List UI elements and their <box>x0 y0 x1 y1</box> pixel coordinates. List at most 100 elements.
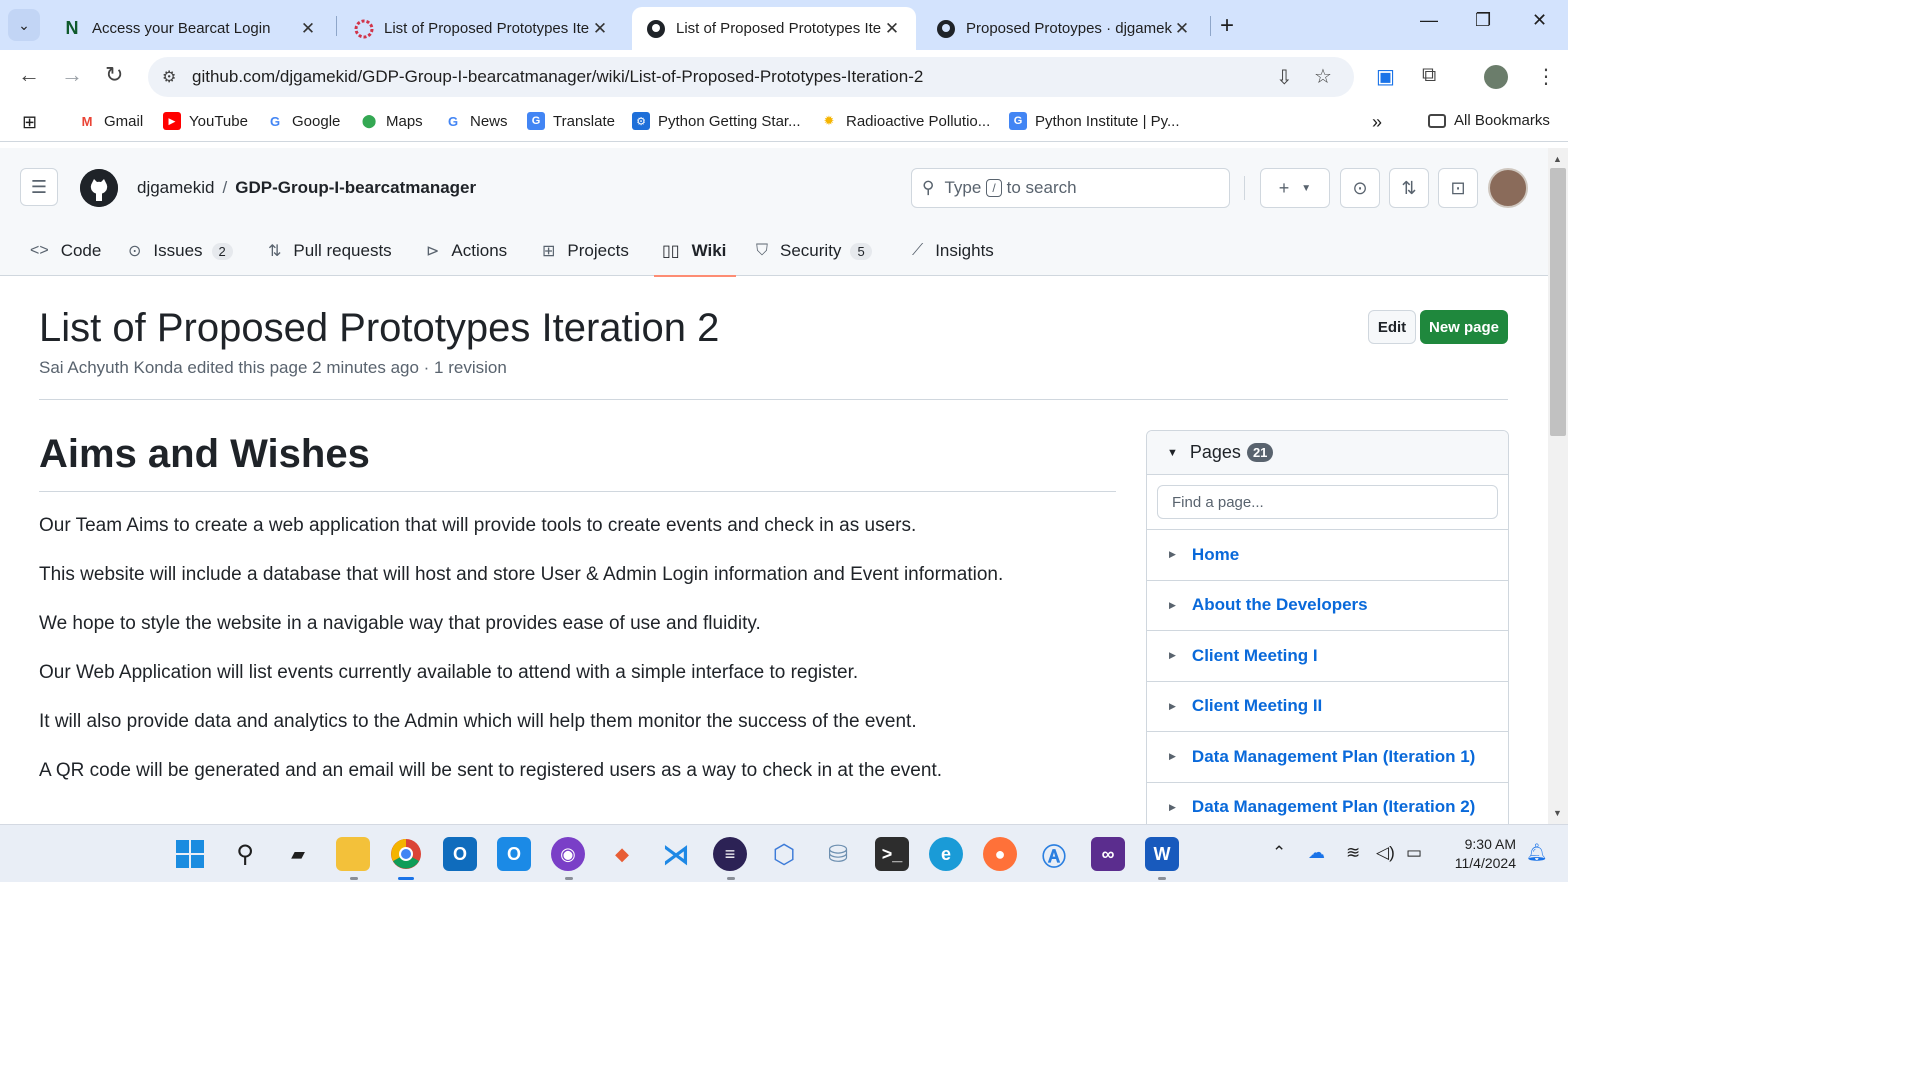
minimize-icon[interactable]: — <box>1420 10 1438 31</box>
forward-arrow-icon[interactable]: → <box>61 62 83 88</box>
bookmark-news[interactable]: G News <box>444 112 508 130</box>
nav-actions[interactable]: ⊳ Actions <box>426 226 507 276</box>
profile-avatar[interactable] <box>1484 65 1508 89</box>
issues-shortcut-button[interactable]: ⊙ <box>1340 168 1380 208</box>
address-bar[interactable]: ⚙ github.com/djgamekid/GDP-Group-I-bearc… <box>148 57 1354 97</box>
edit-button[interactable]: Edit <box>1368 310 1416 344</box>
word-icon[interactable]: W <box>1145 837 1179 871</box>
page-link-label[interactable]: About the Developers <box>1192 595 1368 615</box>
app-infinity-icon[interactable]: ∞ <box>1091 837 1125 871</box>
page-link-data-plan-1[interactable]: ▶ Data Management Plan (Iteration 1) <box>1147 731 1508 782</box>
expand-triangle-icon[interactable]: ▶ <box>1169 549 1176 560</box>
nav-insights[interactable]: ⟋ Insights <box>912 226 994 276</box>
onedrive-cloud-icon[interactable]: ☁ <box>1308 843 1325 863</box>
database-icon[interactable]: ⛁ <box>821 837 855 871</box>
browser-tab-4[interactable]: Proposed Protoypes · djgameki ✕ <box>922 7 1206 50</box>
close-tab-icon[interactable]: ✕ <box>882 19 902 39</box>
page-link-label[interactable]: Data Management Plan (Iteration 1) <box>1192 747 1475 767</box>
bookmark-google[interactable]: G Google <box>266 112 340 130</box>
close-tab-icon[interactable]: ✕ <box>590 19 610 39</box>
user-avatar[interactable] <box>1488 168 1528 208</box>
expand-triangle-icon[interactable]: ▶ <box>1169 751 1176 762</box>
bookmark-translate[interactable]: G Translate <box>527 112 615 130</box>
close-tab-icon[interactable]: ✕ <box>1172 19 1192 39</box>
pull-requests-shortcut-button[interactable]: ⇅ <box>1389 168 1429 208</box>
install-app-icon[interactable]: ⇩ <box>1276 65 1293 90</box>
scrollbar-thumb[interactable] <box>1550 168 1566 436</box>
system-clock[interactable]: 9:30 AM 11/4/2024 <box>1440 835 1516 873</box>
create-new-button[interactable]: + ▼ <box>1260 168 1330 208</box>
page-link-label[interactable]: Home <box>1192 545 1239 565</box>
app-cube-icon[interactable]: ⬡ <box>767 837 801 871</box>
battery-icon[interactable]: ▭ <box>1406 843 1422 863</box>
nav-issues[interactable]: ⊙ Issues 2 <box>128 226 233 276</box>
tab-search-chevron-icon[interactable]: ⌄ <box>8 9 40 41</box>
bookmark-maps[interactable]: ⬤ Maps <box>360 112 423 130</box>
page-link-home[interactable]: ▶ Home <box>1147 529 1508 580</box>
site-settings-icon[interactable]: ⚙ <box>162 67 176 87</box>
terminal-icon[interactable]: >_ <box>875 837 909 871</box>
notification-bell-icon[interactable]: 🔔︎ <box>1526 843 1548 863</box>
windows-start-icon[interactable] <box>173 837 207 871</box>
bookmark-youtube[interactable]: ▶ YouTube <box>163 112 248 130</box>
volume-icon[interactable]: ◁) <box>1376 843 1395 863</box>
more-bookmarks-chevron-icon[interactable]: » <box>1372 112 1382 133</box>
bookmark-radioactive-pollution[interactable]: ✹ Radioactive Pollutio... <box>820 112 991 130</box>
github-desktop-icon[interactable]: ◉ <box>551 837 585 871</box>
edge-icon[interactable]: e <box>929 837 963 871</box>
bookmark-star-icon[interactable]: ☆ <box>1314 64 1332 89</box>
new-page-button[interactable]: New page <box>1420 310 1508 344</box>
bookmark-python-institute[interactable]: G Python Institute | Py... <box>1009 112 1180 130</box>
reload-icon[interactable]: ↻ <box>105 62 123 88</box>
find-page-input[interactable]: Find a page... <box>1157 485 1498 519</box>
more-menu-icon[interactable]: ⋮ <box>1536 64 1556 89</box>
file-explorer-icon[interactable] <box>336 837 370 871</box>
inbox-button[interactable]: ⊡ <box>1438 168 1478 208</box>
tray-overflow-chevron-icon[interactable]: ⌃ <box>1272 843 1286 863</box>
browser-tab-2[interactable]: List of Proposed Prototypes Iter ✕ <box>340 7 624 50</box>
close-tab-icon[interactable]: ✕ <box>298 19 318 39</box>
page-link-about-developers[interactable]: ▶ About the Developers <box>1147 579 1508 631</box>
bookmark-python-getting-started[interactable]: ⚙ Python Getting Star... <box>632 112 801 130</box>
expand-triangle-icon[interactable]: ▶ <box>1169 802 1176 813</box>
scroll-down-arrow-icon[interactable]: ▼ <box>1553 808 1562 818</box>
repo-name-link[interactable]: GDP-Group-I-bearcatmanager <box>235 178 476 197</box>
task-view-icon[interactable]: ▰ <box>281 837 315 871</box>
page-scrollbar[interactable]: ▲ ▼ <box>1548 148 1568 824</box>
search-icon[interactable]: ⚲ <box>228 837 262 871</box>
outlook-icon[interactable]: O <box>443 837 477 871</box>
outlook-new-icon[interactable]: O <box>497 837 531 871</box>
url-text[interactable]: github.com/djgamekid/GDP-Group-I-bearcat… <box>192 67 923 87</box>
github-logo-icon[interactable] <box>80 169 118 207</box>
git-icon[interactable]: ◆ <box>605 837 639 871</box>
chrome-icon[interactable] <box>389 837 423 871</box>
bookmark-gmail[interactable]: M Gmail <box>78 112 144 130</box>
browser-tab-3-active[interactable]: List of Proposed Prototypes Iter ✕ <box>632 7 916 50</box>
pages-toggle[interactable]: ▼ Pages 21 <box>1147 431 1508 475</box>
close-window-icon[interactable]: ✕ <box>1532 10 1547 31</box>
scroll-up-arrow-icon[interactable]: ▲ <box>1553 154 1562 164</box>
repo-owner-link[interactable]: djgamekid <box>137 178 215 197</box>
page-link-client-meeting-1[interactable]: ▶ Client Meeting I <box>1147 630 1508 681</box>
expand-triangle-icon[interactable]: ▶ <box>1169 701 1176 712</box>
page-link-data-plan-2[interactable]: ▶ Data Management Plan (Iteration 2) <box>1147 781 1508 825</box>
nav-pull-requests[interactable]: ⇅ Pull requests <box>268 226 392 276</box>
expand-triangle-icon[interactable]: ▶ <box>1169 600 1176 611</box>
page-link-label[interactable]: Client Meeting I <box>1192 646 1318 666</box>
page-link-label[interactable]: Client Meeting II <box>1192 696 1322 716</box>
new-tab-plus-icon[interactable]: + <box>1220 12 1234 40</box>
vscode-icon[interactable]: ⋊ <box>659 837 693 871</box>
apps-grid-icon[interactable]: ⊞ <box>22 112 37 133</box>
search-input[interactable]: ⚲ Type / to search <box>911 168 1230 208</box>
nav-wiki[interactable]: ▯▯ Wiki <box>653 226 737 277</box>
all-bookmarks-button[interactable]: All Bookmarks <box>1428 112 1550 129</box>
page-link-label[interactable]: Data Management Plan (Iteration 2) <box>1192 797 1475 817</box>
nav-security[interactable]: ⛉ Security 5 <box>756 226 872 276</box>
page-link-client-meeting-2[interactable]: ▶ Client Meeting II <box>1147 680 1508 732</box>
hamburger-menu-icon[interactable]: ☰ <box>20 168 58 206</box>
browser-tab-1[interactable]: N Access your Bearcat Login ✕ <box>48 7 332 50</box>
wifi-icon[interactable]: ≋ <box>1346 843 1360 863</box>
eclipse-icon[interactable]: ≡ <box>713 837 747 871</box>
firefox-icon[interactable]: ● <box>983 837 1017 871</box>
nav-code[interactable]: <> Code <box>30 226 101 276</box>
